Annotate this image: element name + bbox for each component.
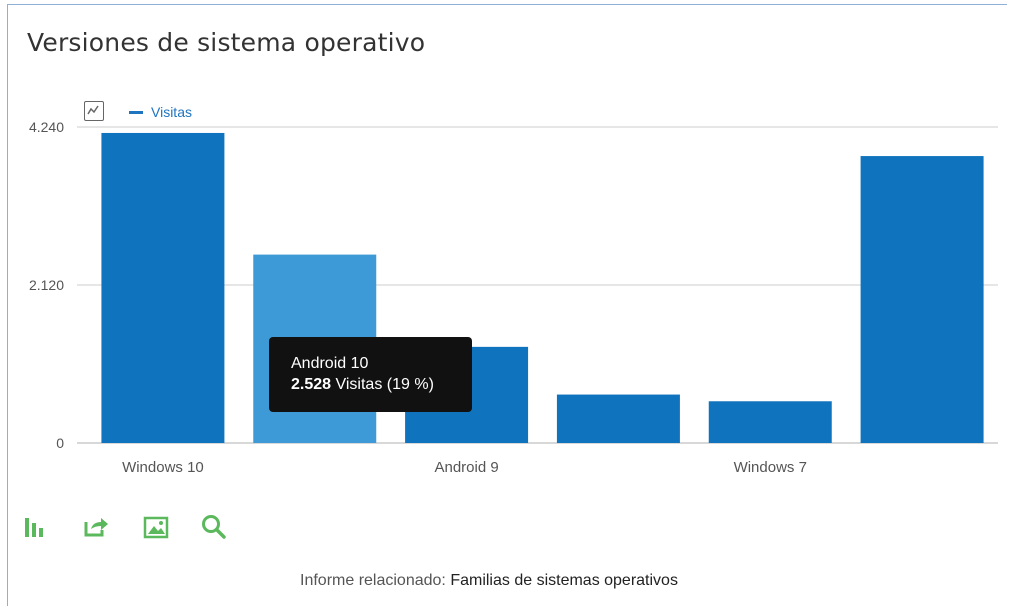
related-report: Informe relacionado: Familias de sistema… <box>300 572 678 590</box>
search-icon[interactable] <box>200 513 228 541</box>
image-icon[interactable] <box>142 513 170 541</box>
bar[interactable] <box>860 156 984 443</box>
bar[interactable] <box>101 132 225 443</box>
related-report-link[interactable]: Familias de sistemas operativos <box>450 572 678 589</box>
bar-chart: 0 2.120 4.240 Windows 10 Android 9 Windows 7 <box>29 119 998 476</box>
tooltip-value: 2.528 <box>291 376 332 393</box>
tooltip-category: Android 10 <box>291 355 369 372</box>
y-tick-label: 0 <box>56 435 64 451</box>
related-prefix: Informe relacionado: <box>300 572 451 589</box>
chart-tooltip: Android 10 2.528 Visitas (19 %) <box>269 337 472 412</box>
bar[interactable] <box>556 394 680 443</box>
tooltip-unit: Visitas (19 %) <box>331 376 434 393</box>
x-tick-label: Android 9 <box>434 459 498 476</box>
y-tick-label: 2.120 <box>29 277 64 293</box>
tooltip-value-line: 2.528 Visitas (19 %) <box>291 374 472 395</box>
x-tick-label: Windows 10 <box>122 459 204 476</box>
x-tick-label: Windows 7 <box>734 459 807 476</box>
y-tick-label: 4.240 <box>29 119 64 135</box>
export-icon[interactable] <box>82 513 110 541</box>
bar[interactable] <box>708 401 832 443</box>
bar-chart-icon[interactable] <box>22 513 50 541</box>
